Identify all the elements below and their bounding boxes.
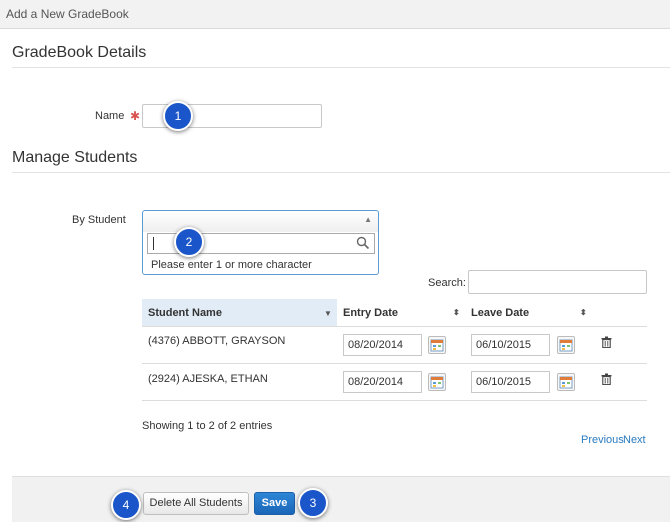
table-info: Showing 1 to 2 of 2 entries xyxy=(142,420,273,432)
window-titlebar: Add a New GradeBook xyxy=(0,0,670,29)
leave-date-input[interactable]: 06/10/2015 xyxy=(471,371,550,393)
callout-badge: 4 xyxy=(111,490,141,520)
sort-icon: ⬍ xyxy=(453,308,460,317)
name-label: Name xyxy=(95,110,125,122)
column-header-entry-date[interactable]: Entry Date ⬍ xyxy=(337,299,465,327)
window-title: Add a New GradeBook xyxy=(6,7,129,21)
student-name-cell: (4376) ABBOTT, GRAYSON xyxy=(148,335,286,347)
calendar-icon[interactable] xyxy=(557,336,575,354)
trash-icon[interactable] xyxy=(601,373,612,385)
table-header-border xyxy=(142,326,647,327)
sort-desc-icon: ▼ xyxy=(324,309,332,318)
by-student-label: By Student xyxy=(72,214,126,226)
manage-students-heading: Manage Students xyxy=(12,149,138,166)
gradebook-details-heading: GradeBook Details xyxy=(12,44,147,61)
next-link[interactable]: Next xyxy=(623,434,646,446)
required-asterisk-icon: ✱ xyxy=(130,109,141,123)
calendar-icon[interactable] xyxy=(428,336,446,354)
row-divider xyxy=(142,400,647,401)
dropdown-hint: Please enter 1 or more character xyxy=(151,259,312,271)
row-divider xyxy=(142,363,647,364)
trash-icon[interactable] xyxy=(601,336,612,348)
footer-bar xyxy=(12,476,670,522)
text-cursor xyxy=(153,237,154,250)
student-select[interactable]: ▲ xyxy=(142,210,379,233)
callout-badge: 1 xyxy=(163,101,193,131)
sort-icon: ⬍ xyxy=(580,308,587,317)
calendar-icon[interactable] xyxy=(428,373,446,391)
divider xyxy=(12,172,670,173)
chevron-up-icon: ▲ xyxy=(364,215,372,224)
calendar-icon[interactable] xyxy=(557,373,575,391)
student-name-cell: (2924) AJESKA, ETHAN xyxy=(148,373,268,385)
previous-link[interactable]: Previous xyxy=(581,434,624,446)
search-label: Search: xyxy=(428,277,466,289)
search-icon xyxy=(356,236,370,250)
callout-badge: 3 xyxy=(298,488,328,518)
leave-date-input[interactable]: 06/10/2015 xyxy=(471,334,550,356)
entry-date-input[interactable]: 08/20/2014 xyxy=(343,371,422,393)
callout-badge: 2 xyxy=(174,227,204,257)
table-search-input[interactable] xyxy=(468,270,647,294)
column-header-leave-date[interactable]: Leave Date ⬍ xyxy=(465,299,593,327)
column-header-student-name[interactable]: Student Name ▼ xyxy=(142,299,337,327)
delete-all-students-button[interactable]: Delete All Students xyxy=(143,492,249,515)
entry-date-input[interactable]: 08/20/2014 xyxy=(343,334,422,356)
save-button[interactable]: Save xyxy=(254,492,295,515)
divider xyxy=(12,67,670,68)
